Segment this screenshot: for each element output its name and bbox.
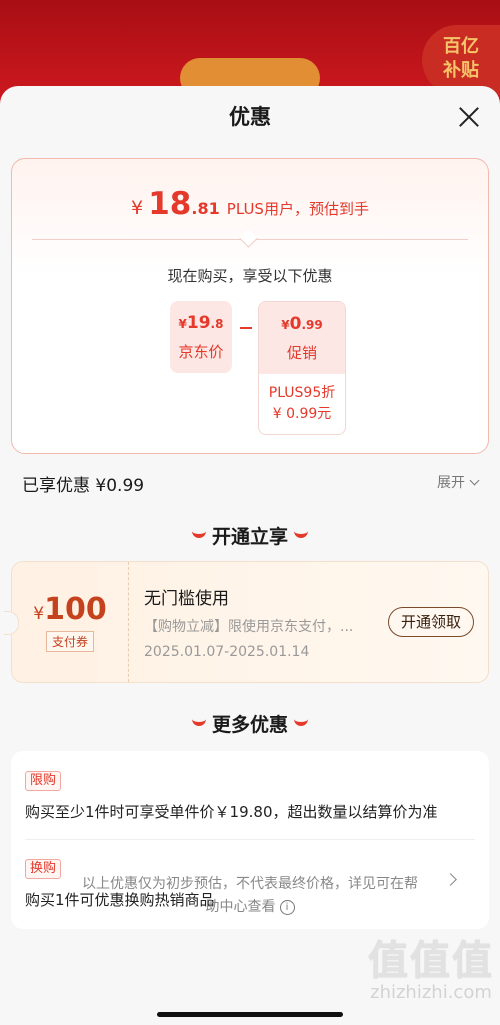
promo-box: ¥0.99 促销 PLUS95折 ¥ 0.99元	[258, 301, 346, 435]
chevron-right-icon	[444, 873, 457, 886]
disclaimer-line2: 助中心查看	[205, 899, 276, 915]
expand-label: 展开	[437, 475, 465, 491]
coupon-card: ¥100 支付券 无门槛使用 【购物立减】限使用京东支付，... 2025.01…	[4, 561, 489, 683]
sheet-header: 优惠	[0, 86, 500, 148]
estimate-card: ¥ 18.81 PLUS用户，预估到手 现在购买，享受以下优惠 ¥19.8 京东…	[11, 158, 489, 454]
smile-right-icon	[294, 714, 308, 726]
open-section-label: 开通立享	[211, 526, 288, 548]
watermark-url: zhizhizhi.com	[370, 982, 492, 1003]
promo-label: 促销	[286, 344, 317, 362]
badge-line1: 百亿	[443, 36, 479, 57]
info-icon[interactable]: i	[279, 900, 295, 915]
badge-line2: 补贴	[443, 60, 479, 81]
disclaimer: 以上优惠仅为初步预估，不代表最终价格，详见可在帮 助中心查看 i	[58, 873, 442, 919]
more-section-title: 更多优惠	[0, 710, 500, 737]
promo-dec: .99	[301, 318, 323, 332]
jd-price-box: ¥19.8 京东价	[170, 301, 232, 373]
divider-notch	[239, 229, 258, 248]
estimated-price-line: ¥ 18.81 PLUS用户，预估到手	[12, 186, 488, 222]
close-icon[interactable]	[458, 106, 480, 128]
coupon-amount: 100	[44, 592, 107, 627]
smile-left-icon	[191, 526, 206, 538]
exchange-tag: 换购	[25, 859, 62, 879]
discount-sheet: 优惠 ¥ 18.81 PLUS用户，预估到手 现在购买，享受以下优惠 ¥19.8…	[0, 86, 500, 1025]
promo-detail-1: PLUS95折	[268, 385, 336, 401]
expand-button[interactable]: 展开	[437, 472, 480, 492]
watermark-logo: 值值值	[368, 938, 494, 984]
price-integer: 18	[148, 186, 192, 222]
sheet-title: 优惠	[229, 105, 271, 129]
smile-left-icon	[191, 714, 206, 726]
promo-detail-2: ¥ 0.99元	[272, 406, 332, 422]
promo-int: 0	[289, 314, 302, 334]
minus-sign	[240, 327, 252, 329]
open-section-title: 开通立享	[0, 522, 500, 549]
coupon-type-badge: 支付券	[45, 631, 94, 652]
watermark: 值值值 zhizhizhi.com	[368, 928, 494, 1003]
chevron-down-icon	[469, 475, 480, 486]
coupon-description: 【购物立减】限使用京东支付，...	[144, 619, 354, 635]
coupon-currency: ¥	[33, 604, 45, 624]
limit-text: 购买至少1件时可享受单件价￥19.80，超出数量以结算价为准	[25, 803, 438, 821]
price-decimal: .81	[191, 199, 220, 218]
promo-currency: ¥	[281, 318, 290, 332]
claim-button[interactable]: 开通领取	[387, 607, 474, 637]
subsidy-badge: 百亿 补贴	[422, 25, 500, 95]
smile-right-icon	[294, 526, 308, 538]
more-section-label: 更多优惠	[211, 714, 288, 736]
coupon-name: 无门槛使用	[144, 589, 229, 609]
coupon-date: 2025.01.07-2025.01.14	[144, 644, 310, 660]
coupon-amount-area: ¥100 支付券	[12, 562, 129, 682]
now-buy-text: 现在购买，享受以下优惠	[167, 267, 333, 285]
jd-price-dec: .8	[210, 317, 224, 331]
jd-price-int: 19	[186, 313, 211, 333]
jd-price-label: 京东价	[178, 343, 224, 361]
offer-separator	[25, 839, 475, 840]
price-currency: ¥	[131, 197, 144, 219]
limit-tag: 限购	[25, 771, 62, 791]
jd-price-currency: ¥	[178, 317, 187, 331]
enjoyed-discount: 已享优惠 ¥0.99	[22, 476, 145, 496]
home-indicator[interactable]	[157, 1012, 343, 1017]
disclaimer-line1: 以上优惠仅为初步预估，不代表最终价格，详见可在帮	[82, 876, 418, 892]
estimate-label: PLUS用户，预估到手	[226, 200, 369, 218]
